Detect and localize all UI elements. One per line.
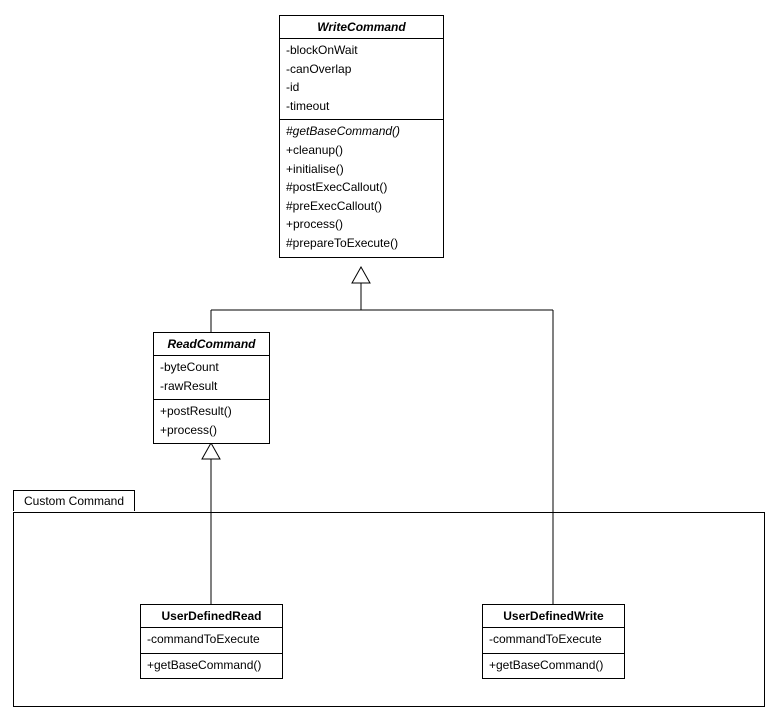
class-title: UserDefinedWrite bbox=[483, 605, 624, 628]
uml-member: +cleanup() bbox=[286, 141, 437, 160]
uml-member: -id bbox=[286, 78, 437, 97]
uml-member: #prepareToExecute() bbox=[286, 234, 437, 253]
uml-member: -commandToExecute bbox=[489, 630, 618, 649]
uml-member: +initialise() bbox=[286, 160, 437, 179]
class-writecommand: WriteCommand -blockOnWait-canOverlap-id-… bbox=[279, 15, 444, 258]
uml-member: -rawResult bbox=[160, 377, 263, 396]
attributes-section: -blockOnWait-canOverlap-id-timeout bbox=[280, 39, 443, 120]
attributes-section: -byteCount-rawResult bbox=[154, 356, 269, 400]
uml-member: -commandToExecute bbox=[147, 630, 276, 649]
class-title: ReadCommand bbox=[154, 333, 269, 356]
uml-member: +postResult() bbox=[160, 402, 263, 421]
attributes-section: -commandToExecute bbox=[141, 628, 282, 654]
class-title: WriteCommand bbox=[280, 16, 443, 39]
uml-member: -blockOnWait bbox=[286, 41, 437, 60]
uml-member: -canOverlap bbox=[286, 60, 437, 79]
uml-member: #preExecCallout() bbox=[286, 197, 437, 216]
operations-section: #getBaseCommand()+cleanup()+initialise()… bbox=[280, 120, 443, 256]
class-readcommand: ReadCommand -byteCount-rawResult +postRe… bbox=[153, 332, 270, 444]
uml-member: -byteCount bbox=[160, 358, 263, 377]
uml-member: -timeout bbox=[286, 97, 437, 116]
class-userdefinedread: UserDefinedRead -commandToExecute +getBa… bbox=[140, 604, 283, 679]
package-box bbox=[13, 512, 765, 707]
uml-member: #postExecCallout() bbox=[286, 178, 437, 197]
attributes-section: -commandToExecute bbox=[483, 628, 624, 654]
operations-section: +postResult()+process() bbox=[154, 400, 269, 443]
uml-member: +getBaseCommand() bbox=[147, 656, 276, 675]
class-userdefinedwrite: UserDefinedWrite -commandToExecute +getB… bbox=[482, 604, 625, 679]
uml-member: +process() bbox=[160, 421, 263, 440]
package-tab: Custom Command bbox=[13, 490, 135, 511]
operations-section: +getBaseCommand() bbox=[141, 654, 282, 679]
uml-member: #getBaseCommand() bbox=[286, 122, 437, 141]
class-title: UserDefinedRead bbox=[141, 605, 282, 628]
uml-member: +process() bbox=[286, 215, 437, 234]
diagram-canvas: WriteCommand -blockOnWait-canOverlap-id-… bbox=[0, 0, 778, 720]
uml-member: +getBaseCommand() bbox=[489, 656, 618, 675]
operations-section: +getBaseCommand() bbox=[483, 654, 624, 679]
